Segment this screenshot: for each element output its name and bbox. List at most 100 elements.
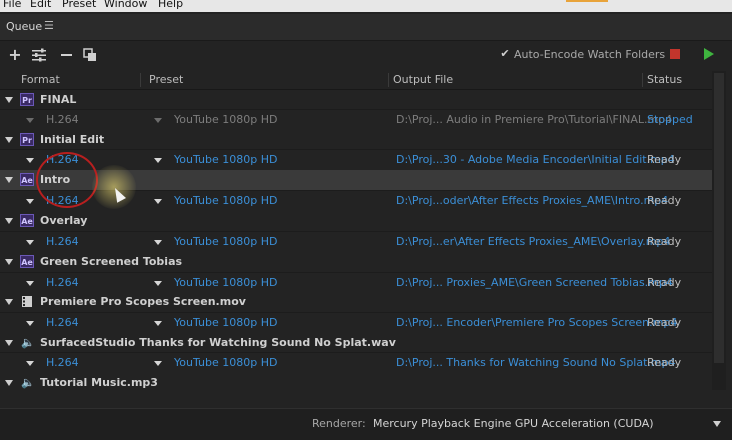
panel-title[interactable]: Queue bbox=[6, 20, 42, 33]
duplicate-icon bbox=[83, 48, 96, 61]
output-row[interactable]: H.264 YouTube 1080p HD D:\Proj... Thanks… bbox=[0, 352, 712, 374]
output-row[interactable]: H.264 YouTube 1080p HD D:\Proj...30 - Ad… bbox=[0, 149, 712, 171]
preset-link[interactable]: YouTube 1080p HD bbox=[174, 276, 277, 289]
chevron-down-icon[interactable] bbox=[713, 421, 721, 427]
output-row[interactable]: H.264 YouTube 1080p HD D:\Proj... Encode… bbox=[0, 312, 712, 334]
format-dropdown-icon[interactable] bbox=[26, 118, 34, 123]
format-link[interactable]: H.264 bbox=[46, 153, 79, 166]
preset-dropdown-icon[interactable] bbox=[154, 240, 162, 245]
preset-dropdown-icon[interactable] bbox=[154, 199, 162, 204]
status-text: Ready bbox=[647, 153, 682, 166]
hamburger-icon[interactable]: ☰ bbox=[44, 19, 54, 32]
after-effects-icon: Ae bbox=[20, 214, 34, 227]
stop-icon[interactable] bbox=[670, 49, 680, 59]
column-divider bbox=[140, 73, 141, 87]
speaker-icon: 🔈 bbox=[21, 376, 35, 389]
menu-edit[interactable]: Edit bbox=[30, 0, 51, 10]
format-link[interactable]: H.264 bbox=[46, 113, 79, 126]
preset-dropdown-icon[interactable] bbox=[154, 158, 162, 163]
format-dropdown-icon[interactable] bbox=[26, 361, 34, 366]
status-text: Ready bbox=[647, 235, 682, 248]
auto-encode-checkbox[interactable]: ✔ bbox=[499, 48, 511, 60]
queue-group-overlay[interactable]: Ae Overlay bbox=[0, 211, 712, 231]
column-divider bbox=[388, 73, 389, 87]
output-file-link[interactable]: D:\Proj... Audio in Premiere Pro\Tutoria… bbox=[396, 113, 672, 126]
preset-settings-button[interactable] bbox=[30, 46, 48, 64]
renderer-label: Renderer: bbox=[312, 417, 366, 430]
add-source-button[interactable]: + bbox=[6, 46, 24, 64]
collapse-icon[interactable] bbox=[5, 218, 13, 224]
output-file-link[interactable]: D:\Proj...30 - Adobe Media Encoder\Initi… bbox=[396, 153, 675, 166]
queue-group-thanks-sound[interactable]: 🔈 SurfacedStudio Thanks for Watching Sou… bbox=[0, 333, 712, 353]
collapse-icon[interactable] bbox=[5, 380, 13, 386]
minus-icon bbox=[60, 54, 72, 56]
plus-icon: + bbox=[8, 45, 22, 64]
queue-group-green-screened-tobias[interactable]: Ae Green Screened Tobias bbox=[0, 252, 712, 272]
format-dropdown-icon[interactable] bbox=[26, 321, 34, 326]
queue-scrollbar[interactable] bbox=[712, 71, 726, 390]
group-name: Tutorial Music.mp3 bbox=[40, 376, 158, 389]
queue-group-final[interactable]: Pr FINAL bbox=[0, 90, 712, 110]
preset-link[interactable]: YouTube 1080p HD bbox=[174, 194, 277, 207]
collapse-icon[interactable] bbox=[5, 97, 13, 103]
preset-dropdown-icon[interactable] bbox=[154, 118, 162, 123]
menu-file[interactable]: File bbox=[3, 0, 21, 10]
duplicate-button[interactable] bbox=[81, 46, 99, 64]
after-effects-icon: Ae bbox=[20, 173, 34, 186]
status-text: Ready bbox=[647, 356, 682, 369]
format-link[interactable]: H.264 bbox=[46, 276, 79, 289]
renderer-bar: Renderer: Mercury Playback Engine GPU Ac… bbox=[0, 408, 732, 440]
speaker-icon: 🔈 bbox=[21, 336, 35, 349]
collapse-icon[interactable] bbox=[5, 299, 13, 305]
group-name: Green Screened Tobias bbox=[40, 255, 183, 268]
output-row[interactable]: H.264 YouTube 1080p HD D:\Proj... Proxie… bbox=[0, 272, 712, 294]
menu-help[interactable]: Help bbox=[158, 0, 183, 10]
preset-dropdown-icon[interactable] bbox=[154, 361, 162, 366]
header-format[interactable]: Format bbox=[21, 73, 60, 86]
renderer-select[interactable]: Mercury Playback Engine GPU Acceleration… bbox=[373, 417, 654, 430]
preset-link[interactable]: YouTube 1080p HD bbox=[174, 235, 277, 248]
format-dropdown-icon[interactable] bbox=[26, 281, 34, 286]
header-output[interactable]: Output File bbox=[393, 73, 453, 86]
queue-group-intro[interactable]: Ae Intro bbox=[0, 170, 712, 190]
queue-group-tutorial-music[interactable]: 🔈 Tutorial Music.mp3 bbox=[0, 373, 712, 393]
status-text: Ready bbox=[647, 194, 682, 207]
output-file-link[interactable]: D:\Proj...er\After Effects Proxies_AME\O… bbox=[396, 235, 670, 248]
format-dropdown-icon[interactable] bbox=[26, 240, 34, 245]
format-dropdown-icon[interactable] bbox=[26, 199, 34, 204]
output-row[interactable]: H.264 YouTube 1080p HD D:\Proj...er\Afte… bbox=[0, 231, 712, 253]
preset-link[interactable]: YouTube 1080p HD bbox=[174, 316, 277, 329]
preset-link[interactable]: YouTube 1080p HD bbox=[174, 153, 277, 166]
header-status[interactable]: Status bbox=[647, 73, 682, 86]
output-file-link[interactable]: D:\Proj... Thanks for Watching Sound No … bbox=[396, 356, 676, 369]
preset-dropdown-icon[interactable] bbox=[154, 321, 162, 326]
output-row[interactable]: H.264 YouTube 1080p HD D:\Proj... Audio … bbox=[0, 109, 712, 131]
header-preset[interactable]: Preset bbox=[149, 73, 183, 86]
format-link[interactable]: H.264 bbox=[46, 316, 79, 329]
format-link[interactable]: H.264 bbox=[46, 194, 79, 207]
output-file-link[interactable]: D:\Proj... Proxies_AME\Green Screened To… bbox=[396, 276, 673, 289]
remove-button[interactable] bbox=[57, 46, 75, 64]
format-link[interactable]: H.264 bbox=[46, 235, 79, 248]
status-text: Ready bbox=[647, 276, 682, 289]
output-file-link[interactable]: D:\Proj...oder\After Effects Proxies_AME… bbox=[396, 194, 668, 207]
group-name: Intro bbox=[40, 173, 71, 186]
menu-window[interactable]: Window bbox=[104, 0, 147, 10]
format-link[interactable]: H.264 bbox=[46, 356, 79, 369]
queue-group-scopes-screen[interactable]: Premiere Pro Scopes Screen.mov bbox=[0, 292, 712, 312]
preset-link[interactable]: YouTube 1080p HD bbox=[174, 113, 277, 126]
format-dropdown-icon[interactable] bbox=[26, 158, 34, 163]
output-file-link[interactable]: D:\Proj... Encoder\Premiere Pro Scopes S… bbox=[396, 316, 677, 329]
output-row[interactable]: H.264 YouTube 1080p HD D:\Proj...oder\Af… bbox=[0, 190, 712, 212]
preset-dropdown-icon[interactable] bbox=[154, 281, 162, 286]
play-icon[interactable] bbox=[704, 48, 714, 60]
menu-preset[interactable]: Preset bbox=[62, 0, 96, 10]
collapse-icon[interactable] bbox=[5, 259, 13, 265]
preset-link[interactable]: YouTube 1080p HD bbox=[174, 356, 277, 369]
collapse-icon[interactable] bbox=[5, 177, 13, 183]
queue-group-initial-edit[interactable]: Pr Initial Edit bbox=[0, 130, 712, 150]
collapse-icon[interactable] bbox=[5, 137, 13, 143]
collapse-icon[interactable] bbox=[5, 340, 13, 346]
scrollbar-thumb[interactable] bbox=[714, 73, 724, 363]
film-icon bbox=[22, 296, 32, 307]
